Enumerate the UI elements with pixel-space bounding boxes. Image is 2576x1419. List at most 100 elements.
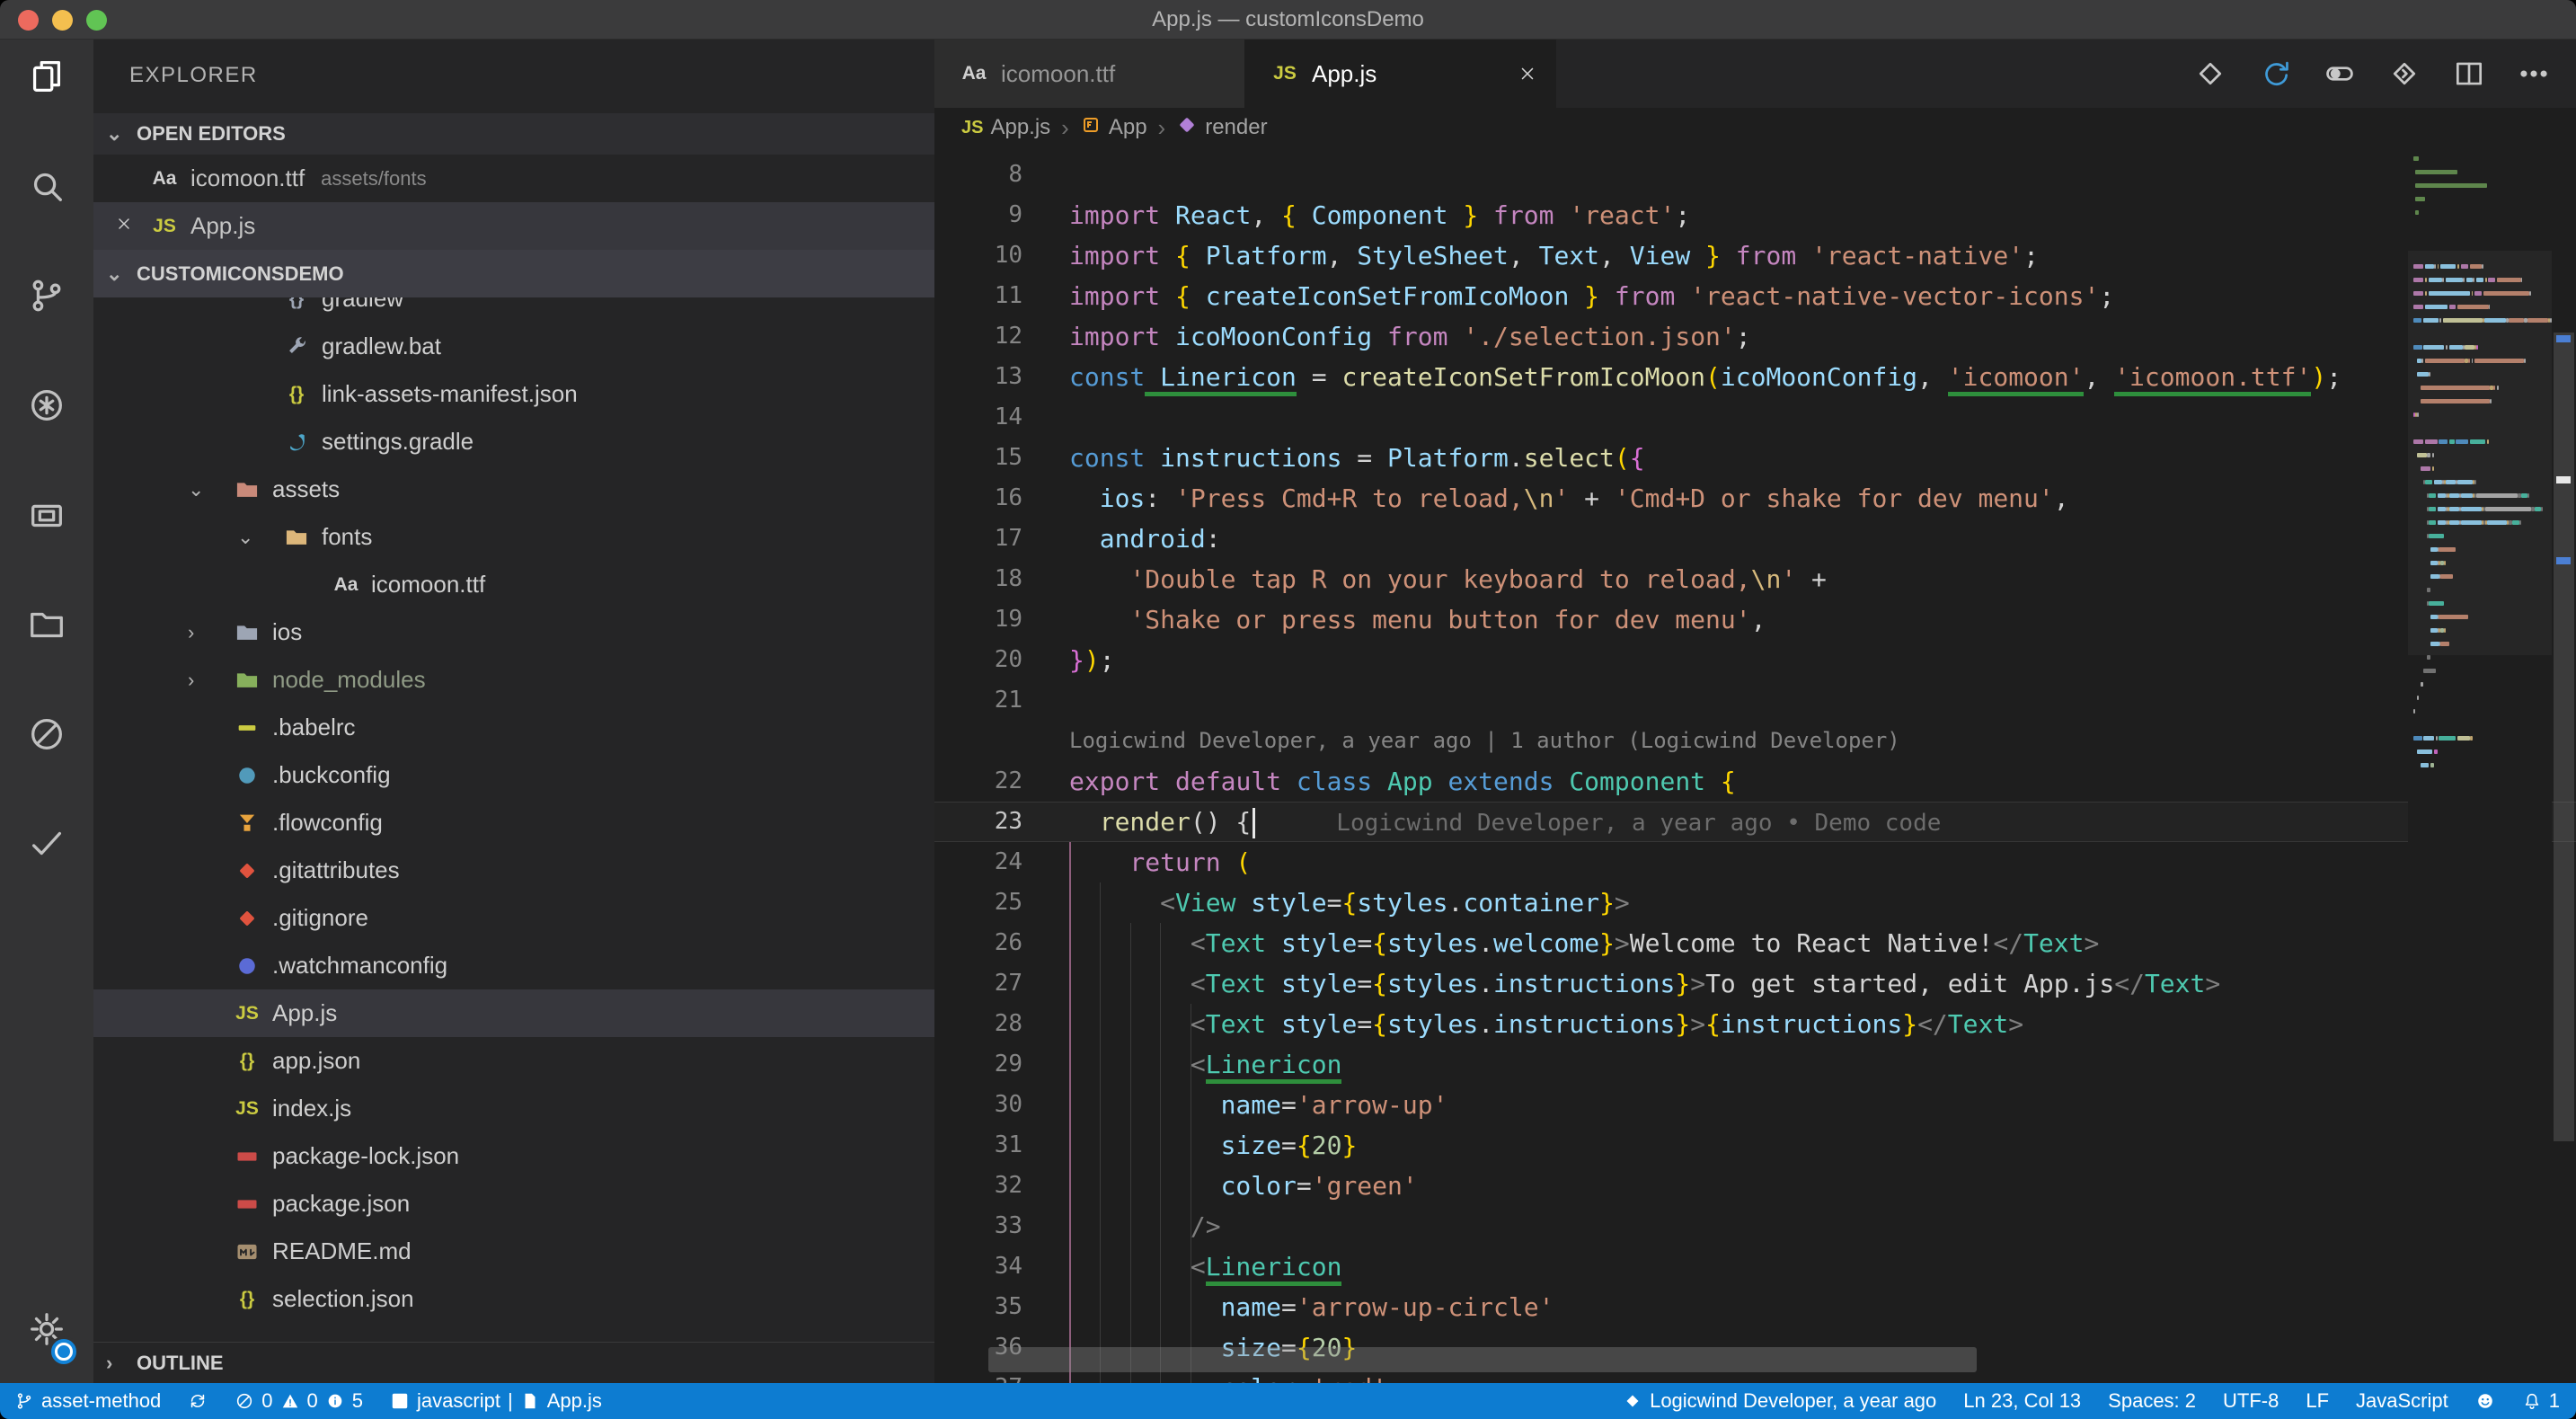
code-line[interactable]: 13const Linericon = createIconSetFromIco… [934, 357, 2576, 397]
code-line[interactable]: 18 'Double tap R on your keyboard to rel… [934, 559, 2576, 599]
breadcrumb-item-app-js[interactable]: JSApp.js [961, 115, 1050, 140]
tree-item[interactable]: .gitignore [93, 894, 934, 942]
more-actions-icon[interactable] [2517, 57, 2551, 91]
code-line[interactable]: 9import React, { Component } from 'react… [934, 195, 2576, 235]
split-editor-icon[interactable] [2452, 57, 2486, 91]
code-line[interactable]: 16 ios: 'Press Cmd+R to reload,\n' + 'Cm… [934, 478, 2576, 519]
project-header[interactable]: ⌄ CUSTOMICONSDEMO [93, 250, 934, 297]
scrollbar-thumb[interactable] [2554, 333, 2574, 1141]
tree-item[interactable]: {}app.json [93, 1037, 934, 1085]
file-explorer-icon[interactable] [0, 604, 93, 714]
open-editors-header[interactable]: ⌄ OPEN EDITORS [93, 113, 934, 155]
tree-item[interactable]: Aaicomoon.ttf [93, 561, 934, 608]
tree-item[interactable]: JSApp.js [93, 989, 934, 1037]
code-line[interactable]: 34 <Linericon [934, 1246, 2576, 1287]
scrollbar-vertical[interactable] [2552, 147, 2576, 1383]
tree-item[interactable]: .flowconfig [93, 799, 934, 847]
debug-icon[interactable] [0, 385, 93, 494]
language-indicator[interactable]: JavaScript [2356, 1389, 2448, 1413]
settings-gear-icon[interactable] [0, 1275, 93, 1383]
tree-item[interactable]: .gitattributes [93, 847, 934, 894]
tree-item[interactable]: ›ios [93, 608, 934, 656]
editor[interactable]: 89import React, { Component } from 'reac… [934, 147, 2576, 1383]
json-file-icon: {} [279, 384, 314, 405]
code-line[interactable]: 35 name='arrow-up-circle' [934, 1287, 2576, 1327]
code-line[interactable]: 14 [934, 397, 2576, 438]
minimap[interactable] [2408, 147, 2552, 1383]
code-line[interactable]: 30 name='arrow-up' [934, 1085, 2576, 1125]
tree-item[interactable]: JSindex.js [93, 1085, 934, 1132]
close-button[interactable] [18, 10, 39, 31]
eol-indicator[interactable]: LF [2306, 1389, 2329, 1413]
code-line[interactable]: 26 <Text style={styles.welcome}>Welcome … [934, 923, 2576, 963]
open-editor-item[interactable]: JSApp.js [93, 202, 934, 250]
search-icon[interactable] [0, 165, 93, 275]
code-line[interactable]: 25 <View style={styles.container}> [934, 882, 2576, 923]
code-line[interactable]: 11import { createIconSetFromIcoMoon } fr… [934, 276, 2576, 316]
beautify-icon[interactable] [2258, 57, 2292, 91]
tree-item[interactable]: gradlew.bat [93, 323, 934, 370]
code-line[interactable]: 29 <Linericon [934, 1044, 2576, 1085]
problems-indicator[interactable]: 005 [235, 1389, 363, 1413]
blame-indicator[interactable]: Logicwind Developer, a year ago [1623, 1389, 1936, 1413]
tree-item[interactable]: {}link-assets-manifest.json [93, 370, 934, 418]
open-editor-item[interactable]: Aaicomoon.ttfassets/fonts [93, 155, 934, 202]
code-line[interactable]: 20}); [934, 640, 2576, 680]
sync-indicator[interactable] [188, 1391, 208, 1411]
code-line[interactable]: 31 size={20} [934, 1125, 2576, 1166]
tree-item[interactable]: ⌄assets [93, 466, 934, 513]
git-branch-indicator[interactable]: asset-method [14, 1389, 161, 1413]
gitlens-mode-icon[interactable] [2387, 57, 2421, 91]
code-line[interactable]: 32 color='green' [934, 1166, 2576, 1206]
tree-item[interactable]: package-lock.json [93, 1132, 934, 1180]
tree-item[interactable]: ⌄fonts [93, 513, 934, 561]
tree-item[interactable]: {}gradlew [93, 297, 934, 323]
zoom-button[interactable] [86, 10, 107, 31]
encoding-indicator[interactable]: UTF-8 [2223, 1389, 2279, 1413]
breadcrumb: JSApp.js›App›render [934, 108, 2576, 147]
tasks-icon[interactable] [0, 823, 93, 933]
code-content[interactable]: 89import React, { Component } from 'reac… [934, 147, 2576, 1383]
lint-status[interactable]: JSjavascript|App.js [390, 1389, 602, 1413]
tab-app-js[interactable]: JSApp.js [1245, 40, 1556, 108]
close-icon[interactable] [102, 214, 146, 239]
code-line[interactable]: 27 <Text style={styles.instructions}>To … [934, 963, 2576, 1004]
code-line[interactable]: 10import { Platform, StyleSheet, Text, V… [934, 235, 2576, 276]
code-line[interactable]: 12import icoMoonConfig from './selection… [934, 316, 2576, 357]
tree-item[interactable]: .babelrc [93, 704, 934, 751]
tree-item[interactable]: README.md [93, 1228, 934, 1275]
scrollbar-horizontal[interactable] [988, 1347, 1977, 1372]
explorer-icon[interactable] [0, 56, 93, 165]
tree-item[interactable]: settings.gradle [93, 418, 934, 466]
feedback-smiley[interactable] [2475, 1391, 2495, 1411]
extensions-icon[interactable] [0, 494, 93, 604]
outline-header[interactable]: › OUTLINE [93, 1342, 934, 1383]
indentation-indicator[interactable]: Spaces: 2 [2108, 1389, 2196, 1413]
tree-item[interactable]: {}selection.json [93, 1275, 934, 1323]
code-line[interactable]: 24 return ( [934, 842, 2576, 882]
toggle-blame-icon[interactable] [2323, 57, 2357, 91]
code-line[interactable]: 21 [934, 680, 2576, 721]
open-changes-icon[interactable] [2193, 57, 2227, 91]
code-line[interactable]: 15const instructions = Platform.select({ [934, 438, 2576, 478]
tab-icomoon-ttf[interactable]: Aaicomoon.ttf [934, 40, 1245, 108]
code-line[interactable]: 22export default class App extends Compo… [934, 761, 2576, 802]
source-control-icon[interactable] [0, 275, 93, 385]
tab-close-icon[interactable] [1518, 64, 1537, 84]
code-line[interactable]: 19 'Shake or press menu button for dev m… [934, 599, 2576, 640]
notifications-bell[interactable]: 1 [2522, 1389, 2560, 1413]
code-line[interactable]: 8 [934, 155, 2576, 195]
code-line[interactable]: 28 <Text style={styles.instructions}>{in… [934, 1004, 2576, 1044]
tree-item[interactable]: ›node_modules [93, 656, 934, 704]
breadcrumb-item-app[interactable]: App [1080, 114, 1147, 142]
code-line[interactable]: 17 android: [934, 519, 2576, 559]
breadcrumb-item-render[interactable]: render [1176, 114, 1267, 142]
tree-item[interactable]: .watchmanconfig [93, 942, 934, 989]
minimize-button[interactable] [52, 10, 73, 31]
code-line[interactable]: 33 /> [934, 1206, 2576, 1246]
code-line[interactable]: 23 render() {Logicwind Developer, a year… [934, 802, 2576, 842]
cursor-position[interactable]: Ln 23, Col 13 [1963, 1389, 2081, 1413]
npm-scripts-icon[interactable] [0, 714, 93, 823]
tree-item[interactable]: package.json [93, 1180, 934, 1228]
tree-item[interactable]: .buckconfig [93, 751, 934, 799]
